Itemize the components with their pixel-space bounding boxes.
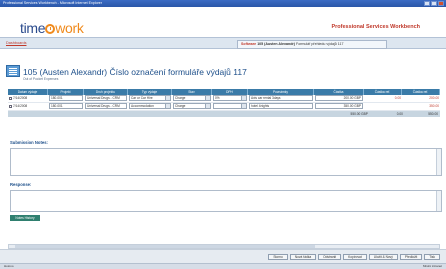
page-subtitle: Out of Pocket Expenses [23,77,59,81]
response-label: Response: [10,182,32,187]
status-select[interactable]: Charge [173,95,211,101]
notes-history-button[interactable]: Notes History [10,215,40,221]
submit-button[interactable]: Předložit [399,254,423,260]
row-checkbox[interactable] [9,96,12,100]
tab-expense-form[interactable]: Software 105 (Austen Alexandr) Formulář … [237,40,387,49]
logo-text-time: time [20,20,46,36]
save-new-button[interactable]: Uložit & Nový [368,254,398,260]
ref-amount-2: 350.00 [429,104,439,108]
clock-icon [45,24,56,34]
scrollbar-thumb[interactable] [15,245,315,248]
row-checkbox[interactable] [9,104,12,108]
expense-type-select[interactable]: Car or Car Hire [129,95,171,101]
table-row: 7/14/2008 180-001 Universal Drugs - CRM … [8,95,440,103]
maximize-button[interactable] [431,1,437,6]
status-bar: Hotovo Místní intranet [0,263,446,269]
logo-text-work: work [55,20,84,36]
app-header: time work Professional Services Workbench [0,7,446,37]
submission-notes-input[interactable] [10,148,442,176]
totals-spacer [8,111,324,117]
security-zone: Místní intranet [422,264,442,268]
minimize-button[interactable] [424,1,430,6]
vat-select[interactable] [213,103,247,109]
notes-field[interactable]: hotel 4nights [249,103,313,109]
ref-amount-1 [364,103,402,110]
total-ref-2: 550.00 [428,112,438,116]
copy-button[interactable]: Kopírovat [343,254,367,260]
expense-grid: Datum výdaje Projekt Druh projektu Typ v… [8,89,440,117]
vat-select[interactable]: 0% [213,95,247,101]
amount-field[interactable]: 200.00 GBP [315,95,363,101]
app-title: Professional Services Workbench [331,24,420,30]
expense-type-select[interactable]: Accommodation [129,103,171,109]
ref-amount-1: 0.00 [394,96,401,100]
expense-form-icon [6,65,20,77]
amount-field[interactable]: 350.00 GBP [315,103,363,109]
nav-bar: Dashboards Software 105 (Austen Alexandr… [0,37,446,49]
home-link[interactable]: Dashboards [6,41,26,45]
total-ref-1: 0.00 [396,112,403,116]
print-button[interactable]: Tisk [424,254,440,260]
total-amount: 550.00 GBP [350,112,368,116]
window-controls [424,1,444,6]
table-row: 7/14/2008 180-001 Universal Drugs - CRM … [8,103,440,111]
status-text: Hotovo [4,264,14,268]
window-title: Professional Services Workbench - Micros… [3,1,102,5]
submission-notes-label: Submission Notes: [10,140,48,145]
ref-amount-2: 200.00 [429,96,439,100]
response-input[interactable] [10,190,442,212]
project-field[interactable]: 180-001 [49,95,83,101]
project-type-field[interactable]: Universal Drugs - CRM [85,103,127,109]
logo: time work [20,20,84,36]
delete-button[interactable]: Odstranit [318,254,342,260]
scrollbar[interactable] [436,149,441,175]
close-button[interactable] [438,1,444,6]
browser-titlebar: Professional Services Workbench - Micros… [0,0,446,7]
page-title: 105 (Austen Alexandr) Číslo označení for… [23,67,247,77]
scrollbar[interactable] [436,191,441,211]
date-cell: 7/14/2008 [8,95,48,102]
tab-title: 105 (Austen Alexandr) [257,42,295,46]
date-cell: 7/14/2008 [8,103,48,110]
grid-totals-row: 550.00 GBP 0.00 550.00 [8,111,440,117]
action-bar: Storno Nová řádka Odstranit Kopírovat Ul… [0,249,446,263]
notes-field[interactable]: Avis car rental 3days [249,95,313,101]
date-value[interactable]: 7/14/2008 [13,96,27,100]
date-value[interactable]: 7/14/2008 [13,104,27,108]
cancel-button[interactable]: Storno [268,254,288,260]
tab-prefix: Software [241,42,257,46]
new-row-button[interactable]: Nová řádka [289,254,317,260]
tab-suffix: Formulář přehledu výdajů 117 [296,42,344,46]
form-header: 105 (Austen Alexandr) Číslo označení for… [6,62,446,84]
project-type-field[interactable]: Universal Drugs - CRM [85,95,127,101]
status-select[interactable]: Charge [173,103,211,109]
project-field[interactable]: 180-001 [49,103,83,109]
